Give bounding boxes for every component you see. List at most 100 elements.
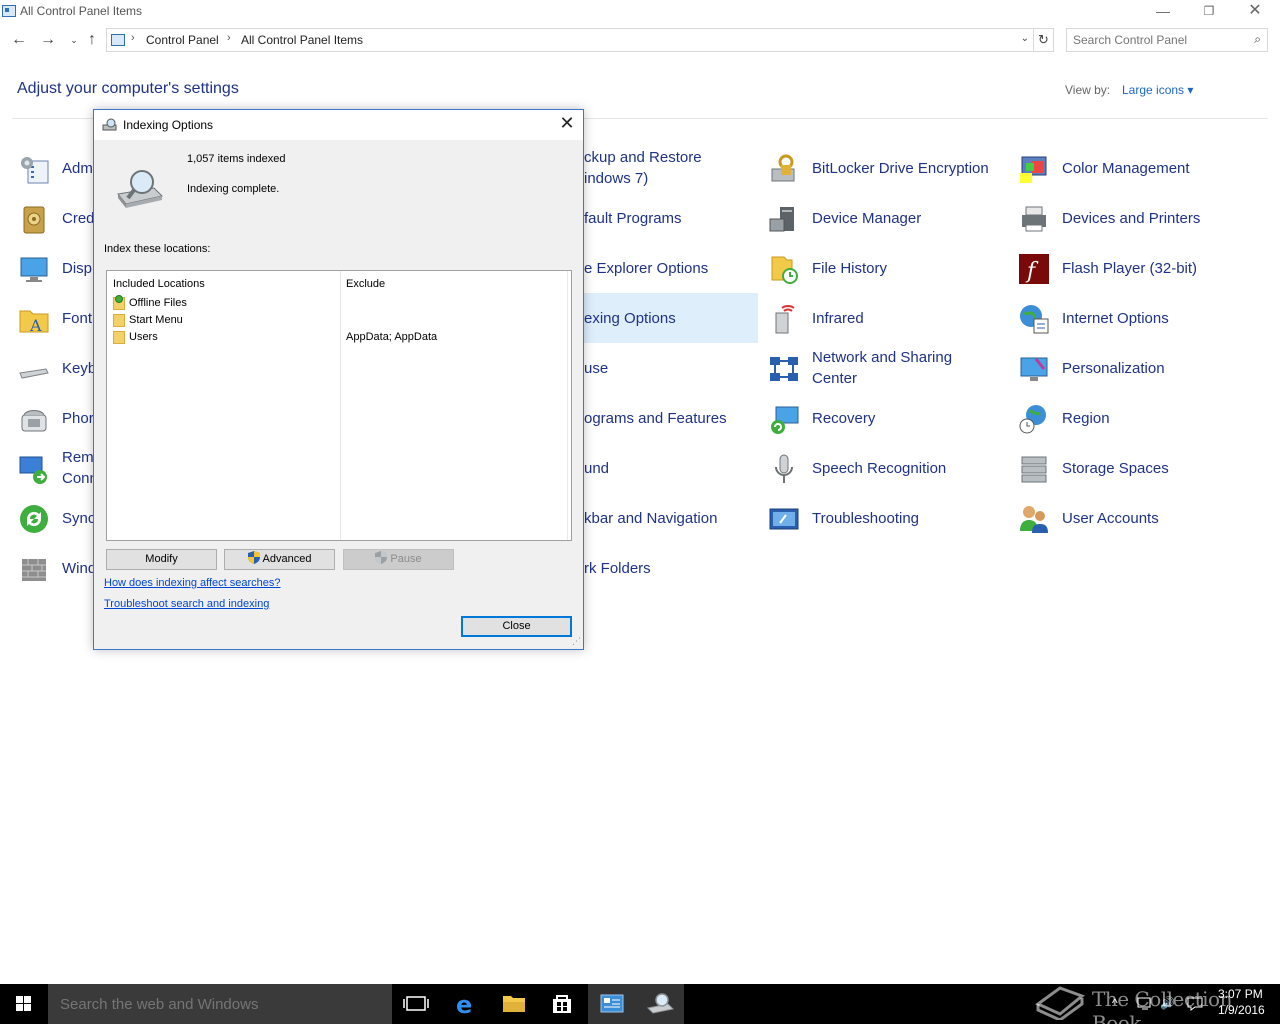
cp-item-infrared[interactable]: Infrared bbox=[768, 297, 1012, 341]
modify-button[interactable]: Modify bbox=[106, 549, 217, 570]
indexing-options-taskbar-icon[interactable] bbox=[636, 984, 684, 1024]
list-item[interactable]: Offline Files bbox=[113, 295, 567, 313]
cp-item-label: ckup and Restore indows 7) bbox=[584, 149, 702, 187]
cp-item-label: Flash Player (32-bit) bbox=[1062, 260, 1198, 277]
how-indexing-affects-link[interactable]: How does indexing affect searches? bbox=[104, 577, 281, 589]
taskbar-search-input[interactable] bbox=[60, 995, 380, 1013]
cp-item-label: Network and Sharing Center bbox=[812, 349, 953, 387]
indexing-options-dialog: Indexing Options ✕ 1,057 items indexed I… bbox=[93, 109, 584, 650]
region-icon bbox=[1019, 405, 1046, 434]
cp-item-storage-spaces[interactable]: Storage Spaces bbox=[1018, 447, 1268, 491]
list-item[interactable]: Users AppData; AppData bbox=[113, 330, 567, 347]
sync-icon bbox=[20, 505, 48, 533]
address-dropdown-icon[interactable]: ⌄ bbox=[1021, 33, 1029, 44]
cp-item-label: ograms and Features bbox=[584, 410, 727, 427]
dialog-title: Indexing Options bbox=[123, 118, 214, 132]
windows-start-icon[interactable] bbox=[0, 984, 48, 1024]
cp-item-device-manager[interactable]: Device Manager bbox=[768, 197, 1012, 241]
cp-item-bitlocker[interactable]: BitLocker Drive Encryption bbox=[768, 147, 1012, 191]
recovery-icon bbox=[771, 406, 799, 434]
control-panel-taskbar-icon[interactable] bbox=[588, 984, 636, 1024]
locations-list[interactable]: Included Locations Exclude Offline Files… bbox=[106, 270, 572, 541]
search-input[interactable] bbox=[1073, 32, 1243, 48]
advanced-button[interactable]: Advanced bbox=[224, 549, 335, 570]
fonts-icon: A bbox=[19, 310, 49, 335]
cp-item-file-history[interactable]: File History bbox=[768, 247, 1012, 291]
refresh-button[interactable]: ↻ bbox=[1034, 28, 1054, 52]
index-locations-label: Index these locations: bbox=[104, 243, 211, 255]
minimize-button[interactable]: — bbox=[1140, 0, 1186, 24]
advanced-button-label: Advanced bbox=[262, 553, 312, 565]
network-icon bbox=[770, 357, 798, 381]
indexing-icon bbox=[102, 118, 117, 131]
close-window-button[interactable]: ✕ bbox=[1232, 0, 1278, 24]
column-header-included[interactable]: Included Locations bbox=[113, 278, 205, 290]
view-by-label: View by: bbox=[1065, 83, 1111, 97]
cp-item-label: fault Programs bbox=[584, 210, 682, 227]
remote-desktop-icon bbox=[19, 456, 47, 484]
cp-item-label: Device Manager bbox=[812, 210, 922, 227]
dialog-close-icon[interactable]: ✕ bbox=[556, 113, 578, 134]
window-titlebar: All Control Panel Items — ❐ ✕ bbox=[0, 0, 1280, 24]
firewall-icon bbox=[22, 559, 46, 581]
control-panel-icon bbox=[2, 5, 16, 17]
taskbar-search[interactable] bbox=[48, 984, 392, 1024]
column-header-exclude[interactable]: Exclude bbox=[346, 278, 385, 290]
forward-button[interactable]: → bbox=[38, 30, 58, 50]
address-bar[interactable]: › Control Panel › All Control Panel Item… bbox=[106, 28, 1034, 52]
cp-item-troubleshooting[interactable]: Troubleshooting bbox=[768, 497, 1012, 541]
breadcrumb-separator[interactable]: › bbox=[131, 32, 135, 44]
list-item[interactable]: Start Menu bbox=[113, 313, 567, 330]
storage-spaces-icon bbox=[1021, 456, 1047, 483]
view-by-dropdown[interactable]: Large icons ▾ bbox=[1122, 83, 1193, 97]
cp-item-internet-options[interactable]: Internet Options bbox=[1018, 297, 1268, 341]
watermark-book-icon bbox=[1035, 986, 1085, 1020]
cp-item-label: BitLocker Drive Encryption bbox=[812, 160, 989, 177]
display-icon bbox=[20, 257, 48, 282]
personalization-icon bbox=[1020, 357, 1048, 381]
location-name: Offline Files bbox=[129, 297, 187, 309]
file-explorer-icon[interactable] bbox=[490, 984, 538, 1024]
user-accounts-icon bbox=[1020, 506, 1048, 533]
address-row: ← → ⌄ ↑ › Control Panel › All Control Pa… bbox=[0, 26, 1280, 54]
store-icon[interactable] bbox=[538, 984, 586, 1024]
phone-icon bbox=[21, 410, 47, 432]
task-view-icon[interactable] bbox=[392, 984, 440, 1024]
close-button[interactable]: Close bbox=[461, 616, 572, 637]
maximize-button[interactable]: ❐ bbox=[1186, 0, 1232, 24]
cp-item-recovery[interactable]: Recovery bbox=[768, 397, 1012, 441]
search-box[interactable]: ⌕ bbox=[1066, 28, 1268, 52]
cp-item-user-accounts[interactable]: User Accounts bbox=[1018, 497, 1268, 541]
cp-item-label: Recovery bbox=[812, 410, 876, 427]
cp-item-devices-and-printers[interactable]: Devices and Printers bbox=[1018, 197, 1268, 241]
modify-button-label: Modify bbox=[145, 553, 178, 565]
troubleshoot-indexing-link[interactable]: Troubleshoot search and indexing bbox=[104, 598, 269, 610]
up-button[interactable]: ↑ bbox=[82, 30, 102, 50]
cp-item-label: Speech Recognition bbox=[812, 460, 947, 477]
cp-item-color-management[interactable]: Color Management bbox=[1018, 147, 1268, 191]
cp-item-region[interactable]: Region bbox=[1018, 397, 1268, 441]
close-button-label: Close bbox=[502, 620, 531, 632]
cp-item-label: Infrared bbox=[812, 310, 864, 327]
cp-item-network-and-sharing[interactable]: Network and Sharing Center bbox=[768, 347, 1012, 391]
cp-item-label: Personalization bbox=[1062, 360, 1165, 377]
credential-manager-icon bbox=[23, 206, 45, 234]
taskbar: e ^ 🔊 3:07 PM 1/9/2016 bbox=[0, 984, 1280, 1024]
pause-button[interactable]: Pause bbox=[343, 549, 454, 570]
page-title: Adjust your computer's settings bbox=[17, 80, 239, 97]
window-title: All Control Panel Items bbox=[20, 4, 143, 18]
indexing-drive-icon bbox=[117, 170, 163, 208]
cp-item-speech-recognition[interactable]: Speech Recognition bbox=[768, 447, 1012, 491]
cp-item-label: File History bbox=[812, 260, 888, 277]
breadcrumb-control-panel[interactable]: Control Panel bbox=[146, 33, 219, 47]
edge-browser-icon[interactable]: e bbox=[442, 984, 490, 1024]
cp-item-flash-player[interactable]: f Flash Player (32-bit) bbox=[1018, 247, 1268, 291]
breadcrumb-all-items[interactable]: All Control Panel Items bbox=[241, 33, 363, 47]
breadcrumb-separator[interactable]: › bbox=[227, 32, 231, 44]
resize-grip-icon[interactable]: ⋰ bbox=[572, 636, 581, 647]
back-button[interactable]: ← bbox=[9, 30, 29, 50]
search-icon[interactable]: ⌕ bbox=[1254, 32, 1261, 47]
recent-locations-button[interactable]: ⌄ bbox=[64, 30, 84, 50]
cp-item-label: User Accounts bbox=[1062, 510, 1159, 527]
cp-item-personalization[interactable]: Personalization bbox=[1018, 347, 1268, 391]
